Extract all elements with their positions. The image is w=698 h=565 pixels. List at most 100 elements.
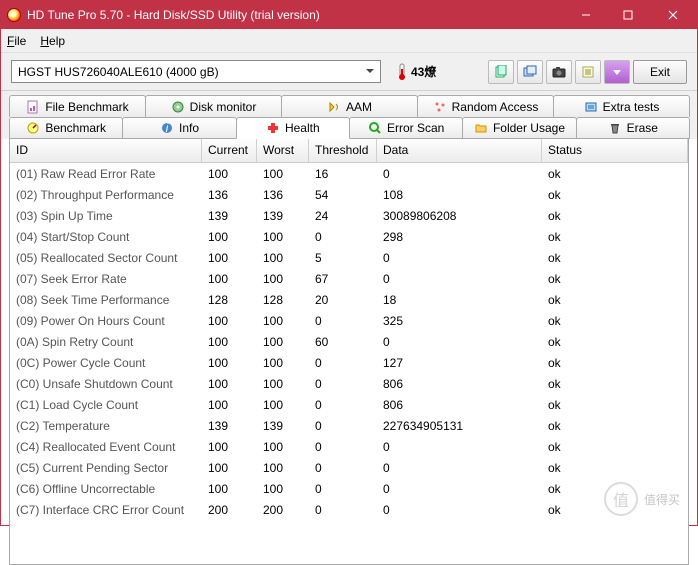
cell: 100 <box>202 352 257 374</box>
copy-screenshot-button[interactable] <box>517 60 543 84</box>
table-row[interactable]: (C2) Temperature1391390227634905131ok <box>10 415 688 436</box>
cell: ok <box>542 205 688 227</box>
minimize-button[interactable] <box>565 0 607 29</box>
table-row[interactable]: (C6) Offline Uncorrectable10010000ok <box>10 478 688 499</box>
cell: 0 <box>309 499 377 521</box>
options-button[interactable] <box>575 60 601 84</box>
col-current[interactable]: Current <box>202 139 257 162</box>
tab-label: AAM <box>346 100 372 114</box>
extra-tests-icon <box>584 100 598 114</box>
cell: ok <box>542 226 688 248</box>
cell: 100 <box>257 436 309 458</box>
cell: (0A) Spin Retry Count <box>10 331 202 353</box>
table-row[interactable]: (04) Start/Stop Count1001000298ok <box>10 226 688 247</box>
table-row[interactable]: (07) Seek Error Rate100100670ok <box>10 268 688 289</box>
tab-extra-tests[interactable]: Extra tests <box>553 95 690 117</box>
cell: 108 <box>377 184 542 206</box>
tab-label: File Benchmark <box>45 100 128 114</box>
save-screenshot-button[interactable] <box>546 60 572 84</box>
table-body[interactable]: (01) Raw Read Error Rate100100160ok(02) … <box>10 163 688 565</box>
cell: (05) Reallocated Sector Count <box>10 247 202 269</box>
tab-aam[interactable]: AAM <box>281 95 418 117</box>
tab-label: Erase <box>627 121 658 135</box>
cell: ok <box>542 184 688 206</box>
error-scan-icon <box>368 121 382 135</box>
cell: 100 <box>202 373 257 395</box>
cell: (02) Throughput Performance <box>10 184 202 206</box>
cell: 0 <box>377 457 542 479</box>
table-row[interactable]: (C1) Load Cycle Count1001000806ok <box>10 394 688 415</box>
table-row[interactable]: (0A) Spin Retry Count100100600ok <box>10 331 688 352</box>
table-row[interactable]: (C0) Unsafe Shutdown Count1001000806ok <box>10 373 688 394</box>
tab-label: Extra tests <box>603 100 660 114</box>
tab-folder-usage[interactable]: Folder Usage <box>462 117 576 139</box>
cell: (C5) Current Pending Sector <box>10 457 202 479</box>
table-row[interactable]: (03) Spin Up Time1391392430089806208ok <box>10 205 688 226</box>
table-row[interactable]: (02) Throughput Performance13613654108ok <box>10 184 688 205</box>
col-data[interactable]: Data <box>377 139 542 162</box>
cell: 18 <box>377 289 542 311</box>
table-row[interactable]: (C5) Current Pending Sector10010000ok <box>10 457 688 478</box>
tab-disk-monitor[interactable]: Disk monitor <box>145 95 282 117</box>
minimize-tray-button[interactable] <box>604 60 630 84</box>
tab-label: Error Scan <box>387 121 444 135</box>
tab-erase[interactable]: Erase <box>576 117 690 139</box>
cell: 100 <box>257 310 309 332</box>
table-row[interactable]: (C7) Interface CRC Error Count20020000ok <box>10 499 688 520</box>
tab-benchmark[interactable]: Benchmark <box>9 117 123 139</box>
col-status[interactable]: Status <box>542 139 688 162</box>
tab-label: Health <box>285 121 320 135</box>
erase-icon <box>608 121 622 135</box>
cell: 0 <box>377 247 542 269</box>
drive-select[interactable]: HGST HUS726040ALE610 (4000 gB) <box>11 60 381 83</box>
tab-label: Info <box>179 121 199 135</box>
maximize-button[interactable] <box>607 0 649 29</box>
cell: 0 <box>309 373 377 395</box>
menu-help[interactable]: Help <box>40 34 65 48</box>
table-row[interactable]: (09) Power On Hours Count1001000325ok <box>10 310 688 331</box>
info-icon: i <box>160 121 174 135</box>
table-row[interactable]: (C4) Reallocated Event Count10010000ok <box>10 436 688 457</box>
col-id[interactable]: ID <box>10 139 202 162</box>
table-header: ID Current Worst Threshold Data Status <box>10 139 688 163</box>
cell: 0 <box>309 226 377 248</box>
col-threshold[interactable]: Threshold <box>309 139 377 162</box>
tab-error-scan[interactable]: Error Scan <box>349 117 463 139</box>
cell: 127 <box>377 352 542 374</box>
cell: 100 <box>202 457 257 479</box>
cell: ok <box>542 394 688 416</box>
tab-file-benchmark[interactable]: File Benchmark <box>9 95 146 117</box>
tab-label: Random Access <box>452 100 539 114</box>
table-row[interactable]: (08) Seek Time Performance1281282018ok <box>10 289 688 310</box>
folder-usage-icon <box>474 121 488 135</box>
cell: 5 <box>309 247 377 269</box>
cell: 100 <box>257 163 309 185</box>
health-icon <box>266 121 280 135</box>
temperature-value: 43燎 <box>411 63 436 80</box>
cell: 100 <box>202 436 257 458</box>
cell: 100 <box>257 478 309 500</box>
app-icon <box>7 8 21 22</box>
tab-health[interactable]: Health <box>236 117 350 139</box>
exit-button[interactable]: Exit <box>633 60 687 84</box>
table-row[interactable]: (01) Raw Read Error Rate100100160ok <box>10 163 688 184</box>
cell: (C2) Temperature <box>10 415 202 437</box>
cell: 100 <box>202 247 257 269</box>
tab-random-access[interactable]: Random Access <box>417 95 554 117</box>
table-row[interactable]: (05) Reallocated Sector Count10010050ok <box>10 247 688 268</box>
table-row[interactable]: (0C) Power Cycle Count1001000127ok <box>10 352 688 373</box>
cell: ok <box>542 352 688 374</box>
cell: 0 <box>377 163 542 185</box>
copy-info-button[interactable] <box>488 60 514 84</box>
col-worst[interactable]: Worst <box>257 139 309 162</box>
cell: 100 <box>202 394 257 416</box>
menu-file[interactable]: File <box>7 34 26 48</box>
svg-text:i: i <box>166 121 169 135</box>
cell: 0 <box>377 331 542 353</box>
cell: (09) Power On Hours Count <box>10 310 202 332</box>
toolbar: HGST HUS726040ALE610 (4000 gB) 43燎 Exit <box>1 53 697 91</box>
cell: 0 <box>309 415 377 437</box>
close-button[interactable] <box>649 0 697 29</box>
cell: 24 <box>309 205 377 227</box>
tab-info[interactable]: i Info <box>122 117 236 139</box>
